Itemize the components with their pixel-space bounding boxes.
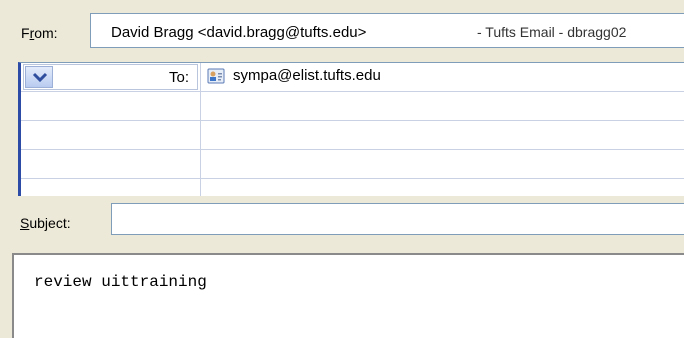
dropdown-button[interactable]: [25, 66, 53, 88]
row-divider: [21, 149, 684, 150]
chevron-down-icon: [32, 72, 48, 83]
recipient-type-dropdown[interactable]: To:: [23, 64, 198, 90]
message-body[interactable]: review uittraining: [12, 253, 684, 338]
from-account-selector[interactable]: David Bragg <david.bragg@tufts.edu> - Tu…: [90, 13, 684, 48]
row-divider: [21, 91, 684, 92]
column-divider: [200, 63, 201, 196]
recipient-address[interactable]: sympa@elist.tufts.edu: [233, 67, 381, 84]
row-divider: [21, 120, 684, 121]
from-label: From:: [21, 25, 58, 41]
contact-card-icon: [207, 68, 225, 84]
subject-input[interactable]: [111, 203, 684, 235]
from-sender: David Bragg <david.bragg@tufts.edu>: [111, 24, 367, 41]
recipient-grid: To: sympa@elist.tufts.edu: [18, 62, 684, 196]
to-label: To:: [168, 69, 189, 86]
message-body-text: review uittraining: [34, 273, 207, 291]
subject-label: Subject:: [20, 215, 71, 231]
from-account-name: - Tufts Email - dbragg02: [477, 24, 627, 40]
row-divider: [21, 178, 684, 179]
